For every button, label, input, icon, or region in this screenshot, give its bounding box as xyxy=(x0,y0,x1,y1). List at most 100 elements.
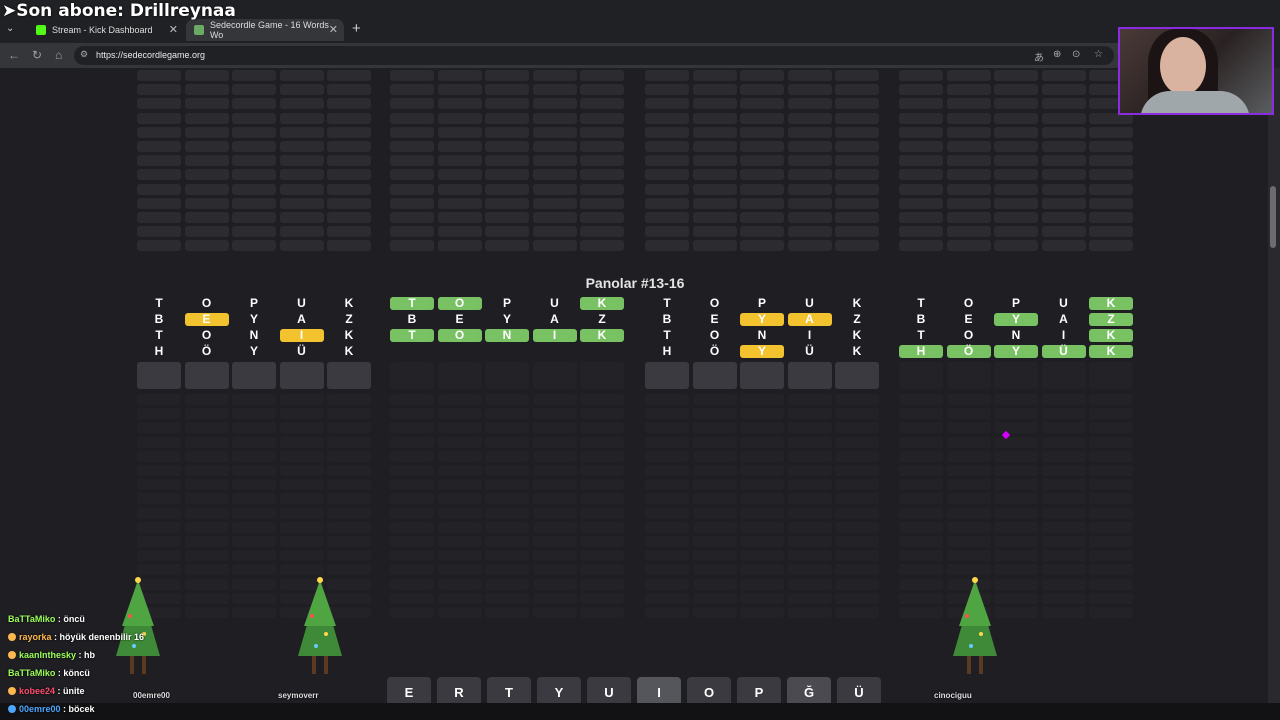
empty-tile xyxy=(899,507,943,519)
empty-tile xyxy=(232,212,276,223)
empty-tile xyxy=(137,450,181,462)
empty-tile xyxy=(279,436,324,448)
input-tile[interactable] xyxy=(645,362,689,389)
chat-message: kaanInthesky : hb xyxy=(8,646,386,664)
letter-tile: T xyxy=(663,328,671,342)
empty-tile xyxy=(232,84,276,96)
home-icon[interactable]: ⌂ xyxy=(55,48,62,62)
empty-tile xyxy=(580,479,624,491)
empty-tile xyxy=(946,197,991,209)
empty-tile xyxy=(787,536,832,547)
empty-tile xyxy=(692,436,737,448)
empty-tile xyxy=(1089,240,1133,252)
empty-tile xyxy=(740,521,784,533)
input-tile[interactable] xyxy=(692,362,737,389)
tab-search-icon[interactable]: ⌄ xyxy=(6,23,14,34)
empty-tile xyxy=(946,394,991,405)
chat-message: kobee24 : ünite xyxy=(8,682,386,700)
letter-tile: Ü xyxy=(297,344,306,358)
empty-tile xyxy=(137,212,181,223)
empty-tile xyxy=(645,197,689,209)
letter-tile: B xyxy=(407,312,417,326)
empty-tile xyxy=(787,226,832,238)
empty-tile xyxy=(327,112,371,124)
empty-tile xyxy=(994,394,1038,405)
new-tab-icon[interactable]: + xyxy=(352,20,361,37)
letter-tile: P xyxy=(249,296,258,310)
empty-tile xyxy=(184,536,229,547)
empty-tile xyxy=(279,408,324,420)
input-tile[interactable] xyxy=(137,362,181,389)
empty-tile xyxy=(994,536,1038,547)
empty-tile xyxy=(184,507,229,519)
input-tile[interactable] xyxy=(184,362,229,389)
empty-tile xyxy=(835,436,879,448)
empty-tile xyxy=(184,141,229,152)
empty-tile xyxy=(899,98,943,110)
empty-tile xyxy=(740,240,784,252)
empty-tile xyxy=(279,212,324,223)
reload-icon[interactable]: ↻ xyxy=(32,48,42,62)
empty-tile xyxy=(532,465,577,476)
letter-tile: E xyxy=(455,312,464,326)
empty-tile xyxy=(899,550,943,562)
letter-tile: I xyxy=(807,328,812,342)
input-tile[interactable] xyxy=(327,362,371,389)
empty-tile xyxy=(946,465,991,476)
empty-tile xyxy=(946,521,991,533)
input-tile[interactable] xyxy=(835,362,879,389)
letter-tile: O xyxy=(437,297,482,310)
chat-username: kaanInthesky xyxy=(19,650,77,660)
empty-tile xyxy=(1041,408,1086,420)
webcam-overlay xyxy=(1118,27,1274,115)
back-icon[interactable]: ← xyxy=(8,48,20,62)
address-bar[interactable] xyxy=(74,46,1114,65)
empty-tile xyxy=(994,493,1038,505)
empty-tile xyxy=(740,70,784,81)
empty-tile xyxy=(946,550,991,562)
bookmark-star-icon[interactable]: ☆ xyxy=(1094,49,1103,60)
empty-tile xyxy=(994,84,1038,96)
empty-tile xyxy=(899,362,943,389)
close-tab-icon[interactable]: ✕ xyxy=(329,23,338,36)
empty-tile xyxy=(835,112,879,124)
empty-tile xyxy=(692,155,737,167)
tab-sedecordle[interactable]: Sedecordle Game - 16 Words Wo ✕ xyxy=(186,19,344,41)
empty-tile xyxy=(835,564,879,576)
translate-icon[interactable]: あ xyxy=(1034,49,1044,64)
empty-tile xyxy=(279,112,324,124)
empty-tile xyxy=(645,592,689,604)
input-tile[interactable] xyxy=(740,362,784,389)
empty-tile xyxy=(580,493,624,505)
scrollbar[interactable] xyxy=(1268,68,1280,713)
url-text[interactable]: https://sedecordlegame.org xyxy=(96,50,205,60)
empty-tile xyxy=(184,70,229,81)
boards-section-title: Panolar #13-16 xyxy=(585,275,685,291)
empty-tile xyxy=(390,212,434,223)
empty-tile xyxy=(787,408,832,420)
empty-tile xyxy=(437,521,482,533)
zoom-icon[interactable]: ⊕ xyxy=(1053,49,1061,60)
input-tile[interactable] xyxy=(787,362,832,389)
empty-tile xyxy=(692,141,737,152)
empty-tile xyxy=(485,465,529,476)
letter-tile: E xyxy=(184,313,229,326)
empty-tile xyxy=(1089,450,1133,462)
empty-tile xyxy=(390,450,434,462)
close-tab-icon[interactable]: ✕ xyxy=(169,23,178,36)
letter-tile: E xyxy=(710,312,719,326)
empty-tile xyxy=(787,394,832,405)
empty-tile xyxy=(580,550,624,562)
empty-tile xyxy=(184,394,229,405)
input-tile[interactable] xyxy=(232,362,276,389)
site-info-icon[interactable]: ⚙ xyxy=(80,49,90,60)
extensions-icon[interactable]: ⊙ xyxy=(1072,49,1080,60)
letter-tile: U xyxy=(1059,296,1068,310)
empty-tile xyxy=(835,521,879,533)
letter-tile: Y xyxy=(994,313,1038,326)
tab-label: Stream - Kick Dashboard xyxy=(52,25,153,35)
letter-tile: T xyxy=(917,328,925,342)
tab-kick-dashboard[interactable]: Stream - Kick Dashboard ✕ xyxy=(28,19,184,41)
scrollbar-thumb[interactable] xyxy=(1270,186,1276,248)
input-tile[interactable] xyxy=(279,362,324,389)
